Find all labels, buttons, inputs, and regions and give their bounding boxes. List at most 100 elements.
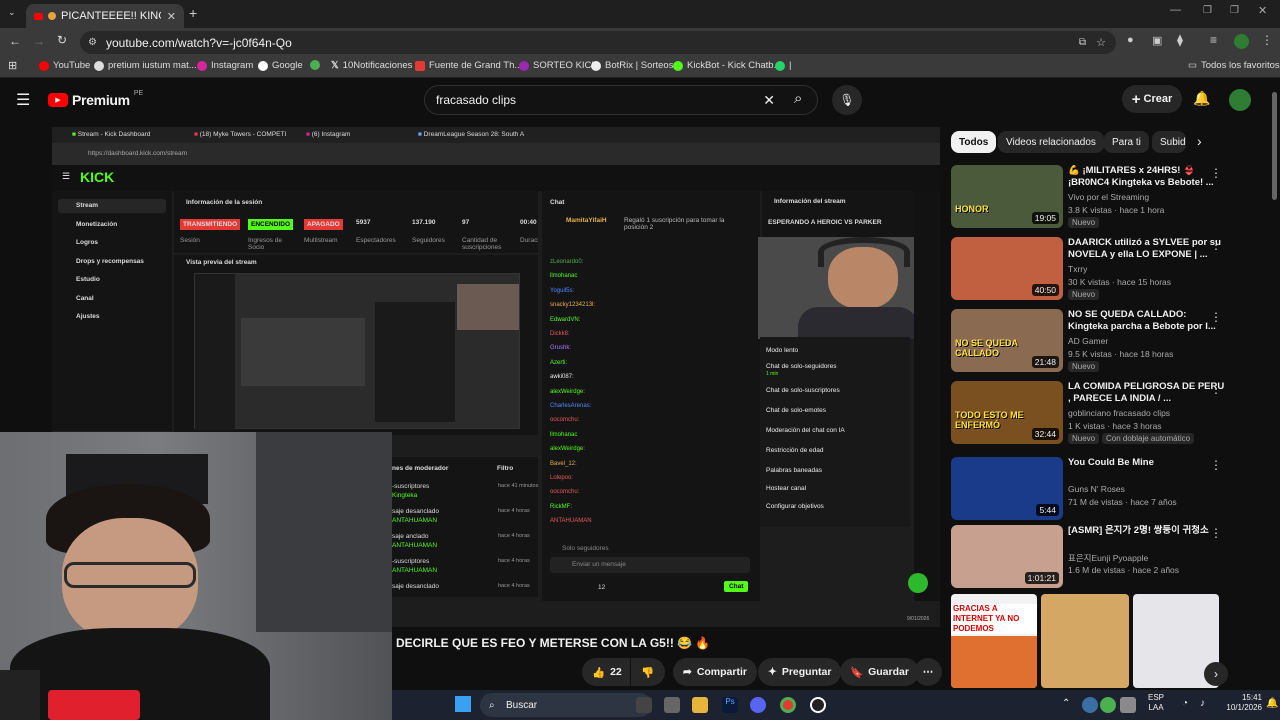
tab-list-icon[interactable]: ⌄ bbox=[8, 7, 16, 18]
bookmark-sorteo[interactable]: SORTEO KICK bbox=[519, 60, 598, 71]
search-input[interactable]: fracasado clips bbox=[436, 93, 516, 107]
related-video-card[interactable]: 1:01:21 [ASMR] 은지가 2명! 쌍둥이 귀청소표은지Eunji Py… bbox=[951, 525, 1241, 589]
video-thumbnail[interactable]: 40:50 bbox=[951, 237, 1063, 300]
tray-icon-2[interactable] bbox=[1100, 697, 1116, 713]
save-button[interactable]: 🔖 Guardar bbox=[840, 658, 919, 686]
related-video-card[interactable]: 40:50 DAARICK utilizó a SYLVEE por su NOV… bbox=[951, 237, 1241, 301]
restore-icon[interactable]: ❐ bbox=[1230, 5, 1239, 16]
bookmark-star-icon[interactable]: ☆ bbox=[1096, 36, 1106, 49]
chip-subidos[interactable]: Subid bbox=[1152, 131, 1186, 153]
video-channel[interactable]: Vivo por el Streaming bbox=[1068, 192, 1149, 202]
apps-grid-icon[interactable]: ⊞ bbox=[8, 59, 17, 72]
reload-icon[interactable]: ↻ bbox=[57, 33, 67, 47]
hamburger-menu-icon[interactable]: ☰ bbox=[16, 90, 30, 110]
video-menu-icon[interactable]: ⋮ bbox=[1210, 310, 1222, 324]
video-title[interactable]: You Could Be Mine bbox=[1068, 457, 1226, 469]
discord-icon[interactable] bbox=[750, 697, 766, 713]
bookmark-x[interactable]: 𝕏 10Notificaciones bbox=[331, 60, 412, 71]
video-thumbnail[interactable]: 5:44 bbox=[951, 457, 1063, 520]
chip-videos-relacionados[interactable]: Videos relacionados bbox=[998, 131, 1104, 153]
install-icon[interactable]: ⧉ bbox=[1079, 37, 1086, 48]
video-menu-icon[interactable]: ⋮ bbox=[1210, 382, 1222, 396]
bookmark-instagram[interactable]: Instagram bbox=[197, 60, 253, 71]
start-icon[interactable] bbox=[455, 696, 471, 712]
dislike-button[interactable]: 👎 bbox=[631, 658, 665, 686]
shorts-next-icon[interactable]: › bbox=[1204, 662, 1228, 686]
bookmark-whatsapp[interactable]: | bbox=[775, 60, 791, 71]
browser-tab-active[interactable]: PICANTEEEE!! KINGTEKA ✕ bbox=[26, 4, 184, 28]
video-menu-icon[interactable]: ⋮ bbox=[1210, 166, 1222, 180]
chip-todos[interactable]: Todos bbox=[951, 131, 997, 153]
youtube-logo[interactable]: ▶ Premium PE bbox=[48, 90, 143, 108]
page-scrollbar[interactable] bbox=[1272, 92, 1277, 200]
bookmark-botrix[interactable]: BotRix | Sorteos bbox=[591, 60, 673, 71]
profile-avatar[interactable] bbox=[1234, 34, 1249, 49]
video-menu-icon[interactable]: ⋮ bbox=[1210, 526, 1222, 540]
video-thumbnail[interactable]: TODO ESTO ME ENFERMÓ 32:44 bbox=[951, 381, 1063, 444]
maximize-icon[interactable]: ❐ bbox=[1203, 5, 1212, 16]
bookmark-pretium[interactable]: pretium iustum mat... bbox=[94, 60, 197, 71]
short-card-2[interactable] bbox=[1041, 594, 1129, 688]
bookmark-pinwheel[interactable] bbox=[310, 60, 320, 70]
forward-icon[interactable]: → bbox=[33, 34, 45, 48]
chip-para-ti[interactable]: Para ti bbox=[1104, 131, 1149, 153]
address-bar[interactable]: ⚙ youtube.com/watch?v=-jc0f64n-Qo ⧉ ☆ bbox=[80, 31, 1116, 54]
related-video-card[interactable]: HONOR 19:05 💪 ¡MILITARES x 24HRS! 👙 ¡BR0NC… bbox=[951, 165, 1241, 229]
tray-chevron-icon[interactable]: ⌃ bbox=[1062, 698, 1070, 709]
all-bookmarks[interactable]: ▭ Todos los favoritos bbox=[1188, 60, 1280, 71]
tray-icon-1[interactable] bbox=[1082, 697, 1098, 713]
video-menu-icon[interactable]: ⋮ bbox=[1210, 458, 1222, 472]
new-tab-icon[interactable]: + bbox=[189, 5, 197, 21]
video-title[interactable]: LA COMIDA PELIGROSA DE PERU , PARECE LA … bbox=[1068, 381, 1226, 405]
video-title[interactable]: [ASMR] 은지가 2명! 쌍둥이 귀청소 bbox=[1068, 525, 1226, 537]
volume-icon[interactable]: ♪ bbox=[1200, 698, 1205, 709]
video-title[interactable]: 💪 ¡MILITARES x 24HRS! 👙 ¡BR0NC4 Kingteka… bbox=[1068, 165, 1226, 189]
back-icon[interactable]: ← bbox=[9, 34, 21, 48]
video-title[interactable]: DAARICK utilizó a SYLVEE por su NOVELA y… bbox=[1068, 237, 1226, 261]
chrome-icon[interactable] bbox=[780, 697, 796, 713]
short-card-1[interactable]: GRACIAS A INTERNET YA NO PODEMOS bbox=[951, 594, 1037, 688]
bookmark-kickbot[interactable]: KickBot - Kick Chatb... bbox=[673, 60, 782, 71]
related-video-card[interactable]: NO SE QUEDA CALLADO 21:48 NO SE QUEDA CALL… bbox=[951, 309, 1241, 373]
bookmark-youtube[interactable]: YouTube bbox=[39, 60, 90, 71]
clear-search-icon[interactable]: ✕ bbox=[763, 92, 775, 109]
site-info-icon[interactable]: ⚙ bbox=[88, 37, 97, 48]
task-view-icon[interactable] bbox=[636, 697, 652, 713]
video-channel[interactable]: Guns N' Roses bbox=[1068, 484, 1125, 494]
video-channel[interactable]: Txrry bbox=[1068, 264, 1087, 274]
tray-icon-3[interactable] bbox=[1120, 697, 1136, 713]
notification-icon[interactable]: 🔔 bbox=[1266, 698, 1278, 709]
reading-list-icon[interactable]: ≡ bbox=[1210, 33, 1217, 47]
menu-kebab-icon[interactable]: ⋮ bbox=[1261, 33, 1273, 47]
chips-next-icon[interactable]: › bbox=[1197, 133, 1202, 149]
window-close-icon[interactable]: ✕ bbox=[1258, 4, 1267, 17]
account-avatar[interactable] bbox=[1229, 89, 1251, 111]
video-menu-icon[interactable]: ⋮ bbox=[1210, 238, 1222, 252]
extensions-puzzle-icon[interactable]: ⧫ bbox=[1177, 33, 1183, 47]
search-bar[interactable]: fracasado clips ✕ bbox=[424, 85, 818, 115]
wifi-icon[interactable]: ◔ bbox=[1182, 698, 1188, 709]
video-channel[interactable]: 표은지Eunji Pyoapple bbox=[1068, 552, 1148, 564]
video-thumbnail[interactable]: 1:01:21 bbox=[951, 525, 1063, 588]
photoshop-icon[interactable]: Ps bbox=[722, 697, 738, 713]
extension-icon-2[interactable]: ▣ bbox=[1152, 34, 1162, 47]
app-icon[interactable] bbox=[664, 697, 680, 713]
language-indicator[interactable]: ESP LAA bbox=[1148, 693, 1164, 713]
clock[interactable]: 15:41 10/1/2026 bbox=[1216, 693, 1262, 713]
video-channel[interactable]: goblinciano fracasado clips bbox=[1068, 408, 1170, 418]
video-thumbnail[interactable]: NO SE QUEDA CALLADO 21:48 bbox=[951, 309, 1063, 372]
related-video-card[interactable]: TODO ESTO ME ENFERMÓ 32:44 LA COMIDA PELIG… bbox=[951, 381, 1241, 445]
like-button[interactable]: 👍 22 bbox=[582, 658, 630, 686]
extension-icon[interactable]: ● bbox=[1127, 34, 1134, 46]
voice-search-icon[interactable]: 🎙 bbox=[832, 85, 862, 115]
ask-button[interactable]: ✦ Preguntar bbox=[758, 658, 842, 686]
taskbar-search[interactable]: ⌕ Buscar bbox=[480, 693, 652, 717]
obs-icon[interactable] bbox=[810, 697, 826, 713]
share-button[interactable]: ➦ Compartir bbox=[673, 658, 757, 686]
search-icon[interactable]: ⌕ bbox=[794, 90, 802, 107]
bookmark-fuente[interactable]: Fuente de Grand Th... bbox=[415, 60, 522, 71]
related-video-card[interactable]: 5:44 You Could Be Mine Guns N' Roses 71 M d… bbox=[951, 457, 1241, 521]
video-title[interactable]: NO SE QUEDA CALLADO: Kingteka parcha a B… bbox=[1068, 309, 1226, 333]
tab-close-icon[interactable]: ✕ bbox=[167, 10, 176, 23]
more-actions-button[interactable]: ⋯ bbox=[914, 658, 942, 686]
